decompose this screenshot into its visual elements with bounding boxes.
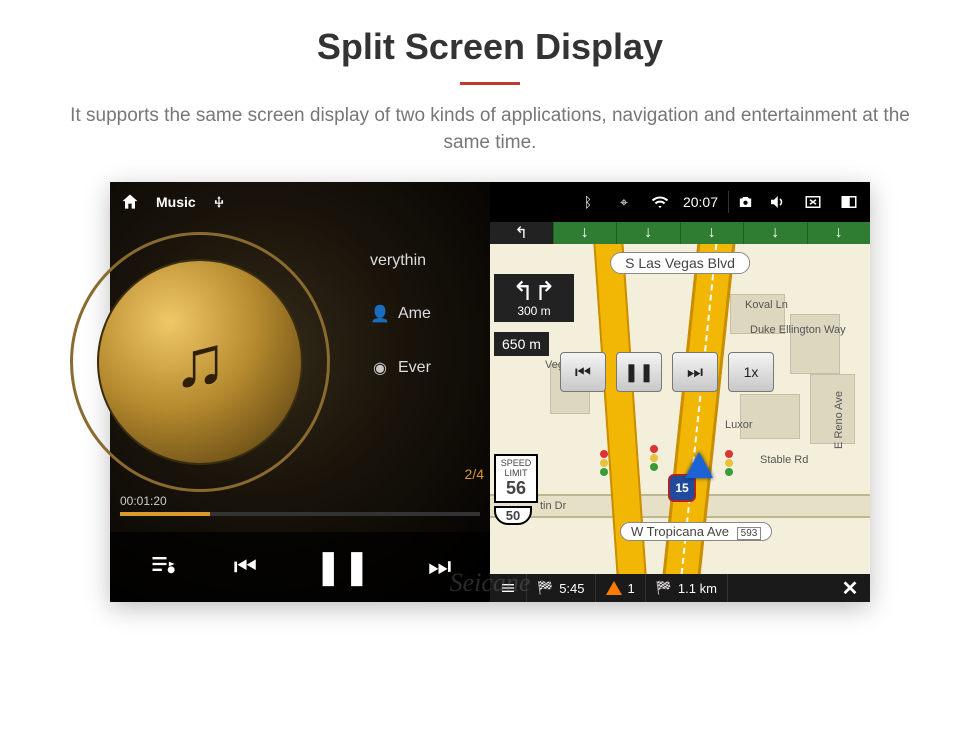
prev-button[interactable]: ⏮ xyxy=(234,551,257,583)
building xyxy=(790,314,840,374)
home-icon[interactable] xyxy=(120,192,140,212)
page-title: Split Screen Display xyxy=(0,26,980,68)
interstate-shield: 15 xyxy=(668,474,696,502)
distance-cell: 🏁 1.1 km xyxy=(646,574,728,602)
eta-value: 5:45 xyxy=(559,581,584,596)
music-controls: ⏮ ❚❚ ⏭ xyxy=(110,532,490,602)
wifi-icon xyxy=(647,191,673,213)
turn-arrow-icon: ↰↱ xyxy=(496,278,572,304)
warning-count: 1 xyxy=(628,581,635,596)
title-underline xyxy=(460,82,520,85)
progress-fill xyxy=(120,512,210,516)
tropicana-name: W Tropicana Ave xyxy=(631,524,729,539)
tropicana-exit: 593 xyxy=(737,527,762,540)
lane-1: ↓ xyxy=(554,222,618,244)
street-label: E Reno Ave xyxy=(833,391,845,449)
street-label: Stable Rd xyxy=(760,454,808,466)
checkered-flag-icon: 🏁 xyxy=(656,580,672,596)
location-icon: ⌖ xyxy=(611,191,637,213)
music-status-bar: Music xyxy=(110,182,490,222)
building xyxy=(740,394,800,439)
nav-rate-button[interactable]: 1x xyxy=(728,352,774,392)
usb-icon xyxy=(212,193,226,211)
traffic-light-icon xyxy=(600,449,610,477)
track-list: verythin 👤 Ame ◉ Ever xyxy=(370,252,490,378)
warning-icon xyxy=(606,581,622,595)
progress-bar[interactable] xyxy=(120,512,480,516)
track-album-row: ◉ Ever xyxy=(370,358,490,378)
volume-icon[interactable] xyxy=(764,191,790,213)
track-title: verythin xyxy=(370,252,426,270)
nav-playback-controls: ⏮ ❚❚ ⏭ 1x xyxy=(560,352,774,392)
pause-button[interactable]: ❚❚ xyxy=(314,547,371,587)
traffic-light-icon xyxy=(725,449,735,477)
distance-remaining: 1.1 km xyxy=(678,581,717,596)
nav-pause-button[interactable]: ❚❚ xyxy=(616,352,662,392)
bluetooth-icon: ᛒ xyxy=(575,191,601,213)
speed-limit-label: SPEED LIMIT xyxy=(496,458,536,478)
highway-shield: 50 xyxy=(494,506,532,525)
nav-next-button[interactable]: ⏭ xyxy=(672,352,718,392)
music-notes-icon: ♫ xyxy=(173,321,227,403)
track-artist-row: 👤 Ame xyxy=(370,304,490,324)
turn-distance: 300 m xyxy=(496,304,572,318)
music-body: ♫ verythin 👤 Ame ◉ Ever 2/4 00:01:20 xyxy=(110,222,490,522)
album-art: ♫ xyxy=(70,232,330,492)
split-screen-icon[interactable] xyxy=(836,191,862,213)
lane-2: ↓ xyxy=(617,222,681,244)
flag-icon: 🏁 xyxy=(537,580,553,596)
current-street-sign: S Las Vegas Blvd xyxy=(610,252,750,274)
person-icon: 👤 xyxy=(370,304,390,324)
status-time: 20:07 xyxy=(683,194,718,210)
lane-5: ↓ xyxy=(808,222,871,244)
street-label: Duke Ellington Way xyxy=(750,324,846,336)
lane-3: ↓ xyxy=(681,222,745,244)
track-album: Ever xyxy=(398,359,431,377)
next-button[interactable]: ⏭ xyxy=(428,551,451,583)
vehicle-cursor-icon xyxy=(685,452,713,478)
next-distance: 650 m xyxy=(494,332,549,356)
eta-cell: 🏁 5:45 xyxy=(527,574,596,602)
nav-prev-button[interactable]: ⏮ xyxy=(560,352,606,392)
page-description: It supports the same screen display of t… xyxy=(50,103,930,156)
nav-status-bar: ᛒ ⌖ 20:07 xyxy=(490,182,870,222)
poi-label: Luxor xyxy=(725,419,753,431)
music-pane: Music ♫ verythin 👤 Ame ◉ Ever xyxy=(110,182,490,602)
nav-bottom-bar: 🏁 5:45 1 🏁 1.1 km ✕ xyxy=(490,574,870,602)
nav-close-button[interactable]: ✕ xyxy=(830,574,870,602)
turn-instruction: ↰↱ 300 m xyxy=(494,274,574,322)
progress-area: 00:01:20 xyxy=(110,494,490,516)
navigation-pane: ᛒ ⌖ 20:07 ↰ ↓ ↓ ↓ ↓ ↓ xyxy=(490,182,870,602)
map-area[interactable]: ↰↱ 300 m 650 m SPEED LIMIT 56 50 15 Kova… xyxy=(490,244,870,574)
elapsed-time: 00:01:20 xyxy=(120,494,167,508)
street-label: Koval Ln xyxy=(745,299,788,311)
street-label: tin Dr xyxy=(540,500,566,512)
speed-limit-value: 56 xyxy=(496,478,536,499)
lane-guidance-bar: ↰ ↓ ↓ ↓ ↓ ↓ xyxy=(490,222,870,244)
playlist-button[interactable] xyxy=(149,550,177,585)
menu-button[interactable] xyxy=(490,574,527,602)
tropicana-sign: W Tropicana Ave 593 xyxy=(620,522,772,541)
warning-cell[interactable]: 1 xyxy=(596,574,646,602)
close-window-icon[interactable] xyxy=(800,191,826,213)
lane-4: ↓ xyxy=(744,222,808,244)
music-app-label: Music xyxy=(156,194,196,210)
record-icon: ◉ xyxy=(370,358,390,378)
track-counter: 2/4 xyxy=(465,466,484,482)
screenshot-icon[interactable] xyxy=(728,191,754,213)
speed-limit-sign: SPEED LIMIT 56 xyxy=(494,454,538,503)
traffic-light-icon xyxy=(650,444,660,472)
track-artist: Ame xyxy=(398,305,431,323)
track-title-row: verythin xyxy=(370,252,490,270)
lane-0: ↰ xyxy=(490,222,554,244)
split-screen-device: Music ♫ verythin 👤 Ame ◉ Ever xyxy=(110,182,870,602)
